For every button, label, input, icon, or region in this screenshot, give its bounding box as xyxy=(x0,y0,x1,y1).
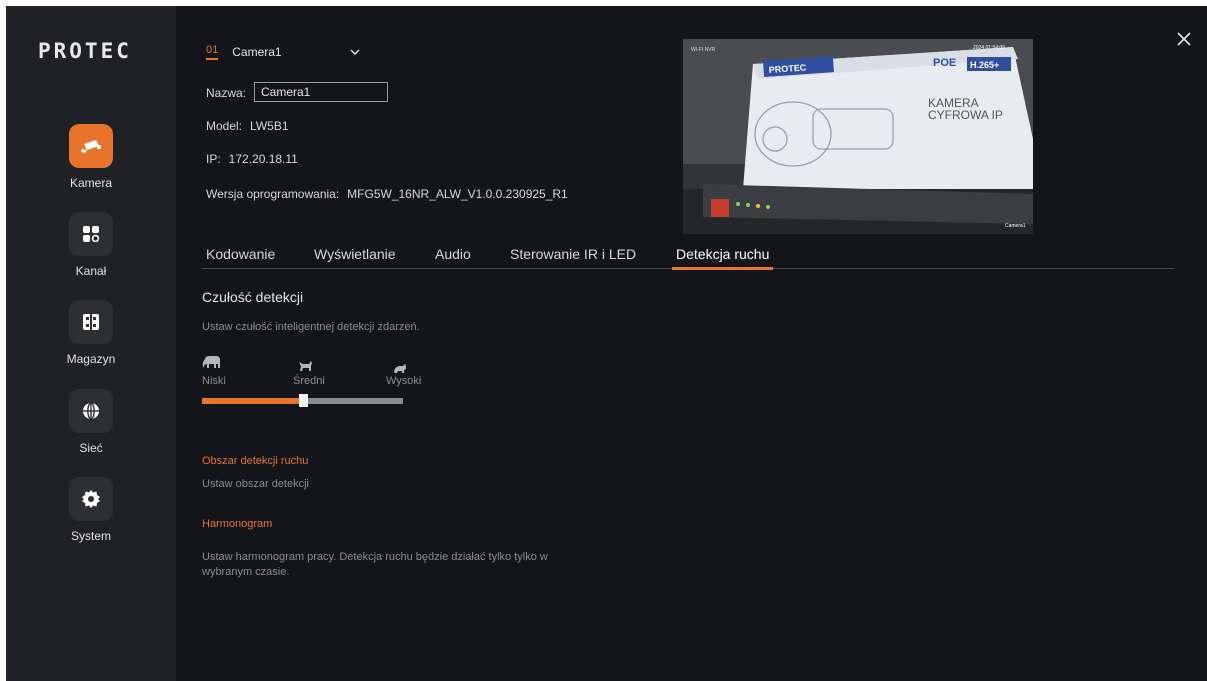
model-value: LW5B1 xyxy=(250,119,289,133)
sidebar-item-magazyn[interactable]: Magazyn xyxy=(6,300,176,366)
gear-icon xyxy=(69,477,113,521)
name-input[interactable] xyxy=(254,82,388,102)
detection-area-link[interactable]: Obszar detekcji ruchu xyxy=(202,455,308,467)
sidebar-item-label: Kamera xyxy=(69,176,113,190)
camera-select[interactable]: 01 Camera1 xyxy=(206,44,360,60)
grid-icon xyxy=(69,212,113,256)
slider-thumb[interactable] xyxy=(299,394,308,407)
preview-image: PROTEC POE H.265+ KAMERA CYFROWA IP WI-F… xyxy=(683,39,1033,234)
schedule-link[interactable]: Harmonogram xyxy=(202,518,272,530)
sidebar-item-kamera[interactable]: Kamera xyxy=(6,124,176,190)
ip-label: IP: xyxy=(206,152,221,166)
camera-select-value: Camera1 xyxy=(232,45,282,59)
schedule-description-1: Ustaw harmonogram pracy. Detekcja ruchu … xyxy=(202,551,548,563)
tab-detekcja-ruchu[interactable]: Detekcja ruchu xyxy=(671,246,774,270)
firmware-value: MFG5W_16NR_ALW_V1.0.0.230925_R1 xyxy=(347,187,568,201)
settings-tabs: Kodowanie Wyświetlanie Audio Sterowanie … xyxy=(202,242,1174,270)
preview-nvr-label: WI-FI NVR xyxy=(691,47,716,53)
box-title-2: CYFROWA IP xyxy=(928,108,1003,122)
sidebar-item-label: Magazyn xyxy=(66,352,116,366)
slider-fill xyxy=(202,398,303,404)
camera-preview[interactable]: PROTEC POE H.265+ KAMERA CYFROWA IP WI-F… xyxy=(683,39,1033,234)
chevron-down-icon xyxy=(350,49,360,55)
sidebar-item-system[interactable]: System xyxy=(6,477,176,543)
ip-row: IP: 172.20.18.11 xyxy=(206,152,298,166)
firmware-label: Wersja oprogramowania: xyxy=(206,187,340,201)
sensitivity-title: Czułość detekcji xyxy=(202,289,304,305)
schedule-description-2: wybranym czasie. xyxy=(202,566,290,578)
sensitivity-slider[interactable] xyxy=(202,394,403,407)
sidebar-item-kanal[interactable]: Kanał xyxy=(6,212,176,278)
box-h265: H.265+ xyxy=(970,60,999,70)
preview-channel-label: Camera1 xyxy=(1005,223,1026,229)
name-row: Nazwa: xyxy=(206,86,254,100)
sidebar: PROTEC Kamera Kanał Magazyn Sieć System xyxy=(6,6,176,681)
globe-icon xyxy=(69,389,113,433)
level-label-medium: Średni xyxy=(293,375,325,387)
tab-sterowanie[interactable]: Sterowanie IR i LED xyxy=(510,246,636,262)
tab-wyswietlanie[interactable]: Wyświetlanie xyxy=(314,246,396,262)
elephant-icon xyxy=(202,356,222,375)
sidebar-item-label: System xyxy=(70,529,111,543)
detection-area-description: Ustaw obszar detekcji xyxy=(202,478,309,490)
sidebar-item-siec[interactable]: Sieć xyxy=(6,389,176,455)
ip-value: 172.20.18.11 xyxy=(228,152,298,166)
name-label: Nazwa: xyxy=(206,86,247,100)
camera-icon xyxy=(69,124,113,168)
preview-timestamp: 2024 01:54:05 xyxy=(973,45,1005,51)
tab-kodowanie[interactable]: Kodowanie xyxy=(206,246,275,262)
model-row: Model: LW5B1 xyxy=(206,119,289,133)
level-label-low: Niski xyxy=(202,375,226,387)
level-label-high: Wysoki xyxy=(386,375,422,387)
sidebar-item-label: Sieć xyxy=(79,441,103,455)
firmware-row: Wersja oprogramowania: MFG5W_16NR_ALW_V1.… xyxy=(206,187,568,201)
main-panel: 01 Camera1 Nazwa: Model: LW5B1 IP: 172.20.… xyxy=(176,6,1207,681)
sidebar-item-label: Kanał xyxy=(75,264,107,278)
camera-number: 01 xyxy=(206,44,219,60)
storage-icon xyxy=(69,300,113,344)
app-window: PROTEC Kamera Kanał Magazyn Sieć System … xyxy=(6,6,1207,681)
logo: PROTEC xyxy=(38,39,132,63)
box-poe: POE xyxy=(933,57,956,69)
model-label: Model: xyxy=(206,119,243,133)
sensitivity-description: Ustaw czułość inteligentnej detekcji zda… xyxy=(202,321,420,333)
tab-audio[interactable]: Audio xyxy=(435,246,471,262)
